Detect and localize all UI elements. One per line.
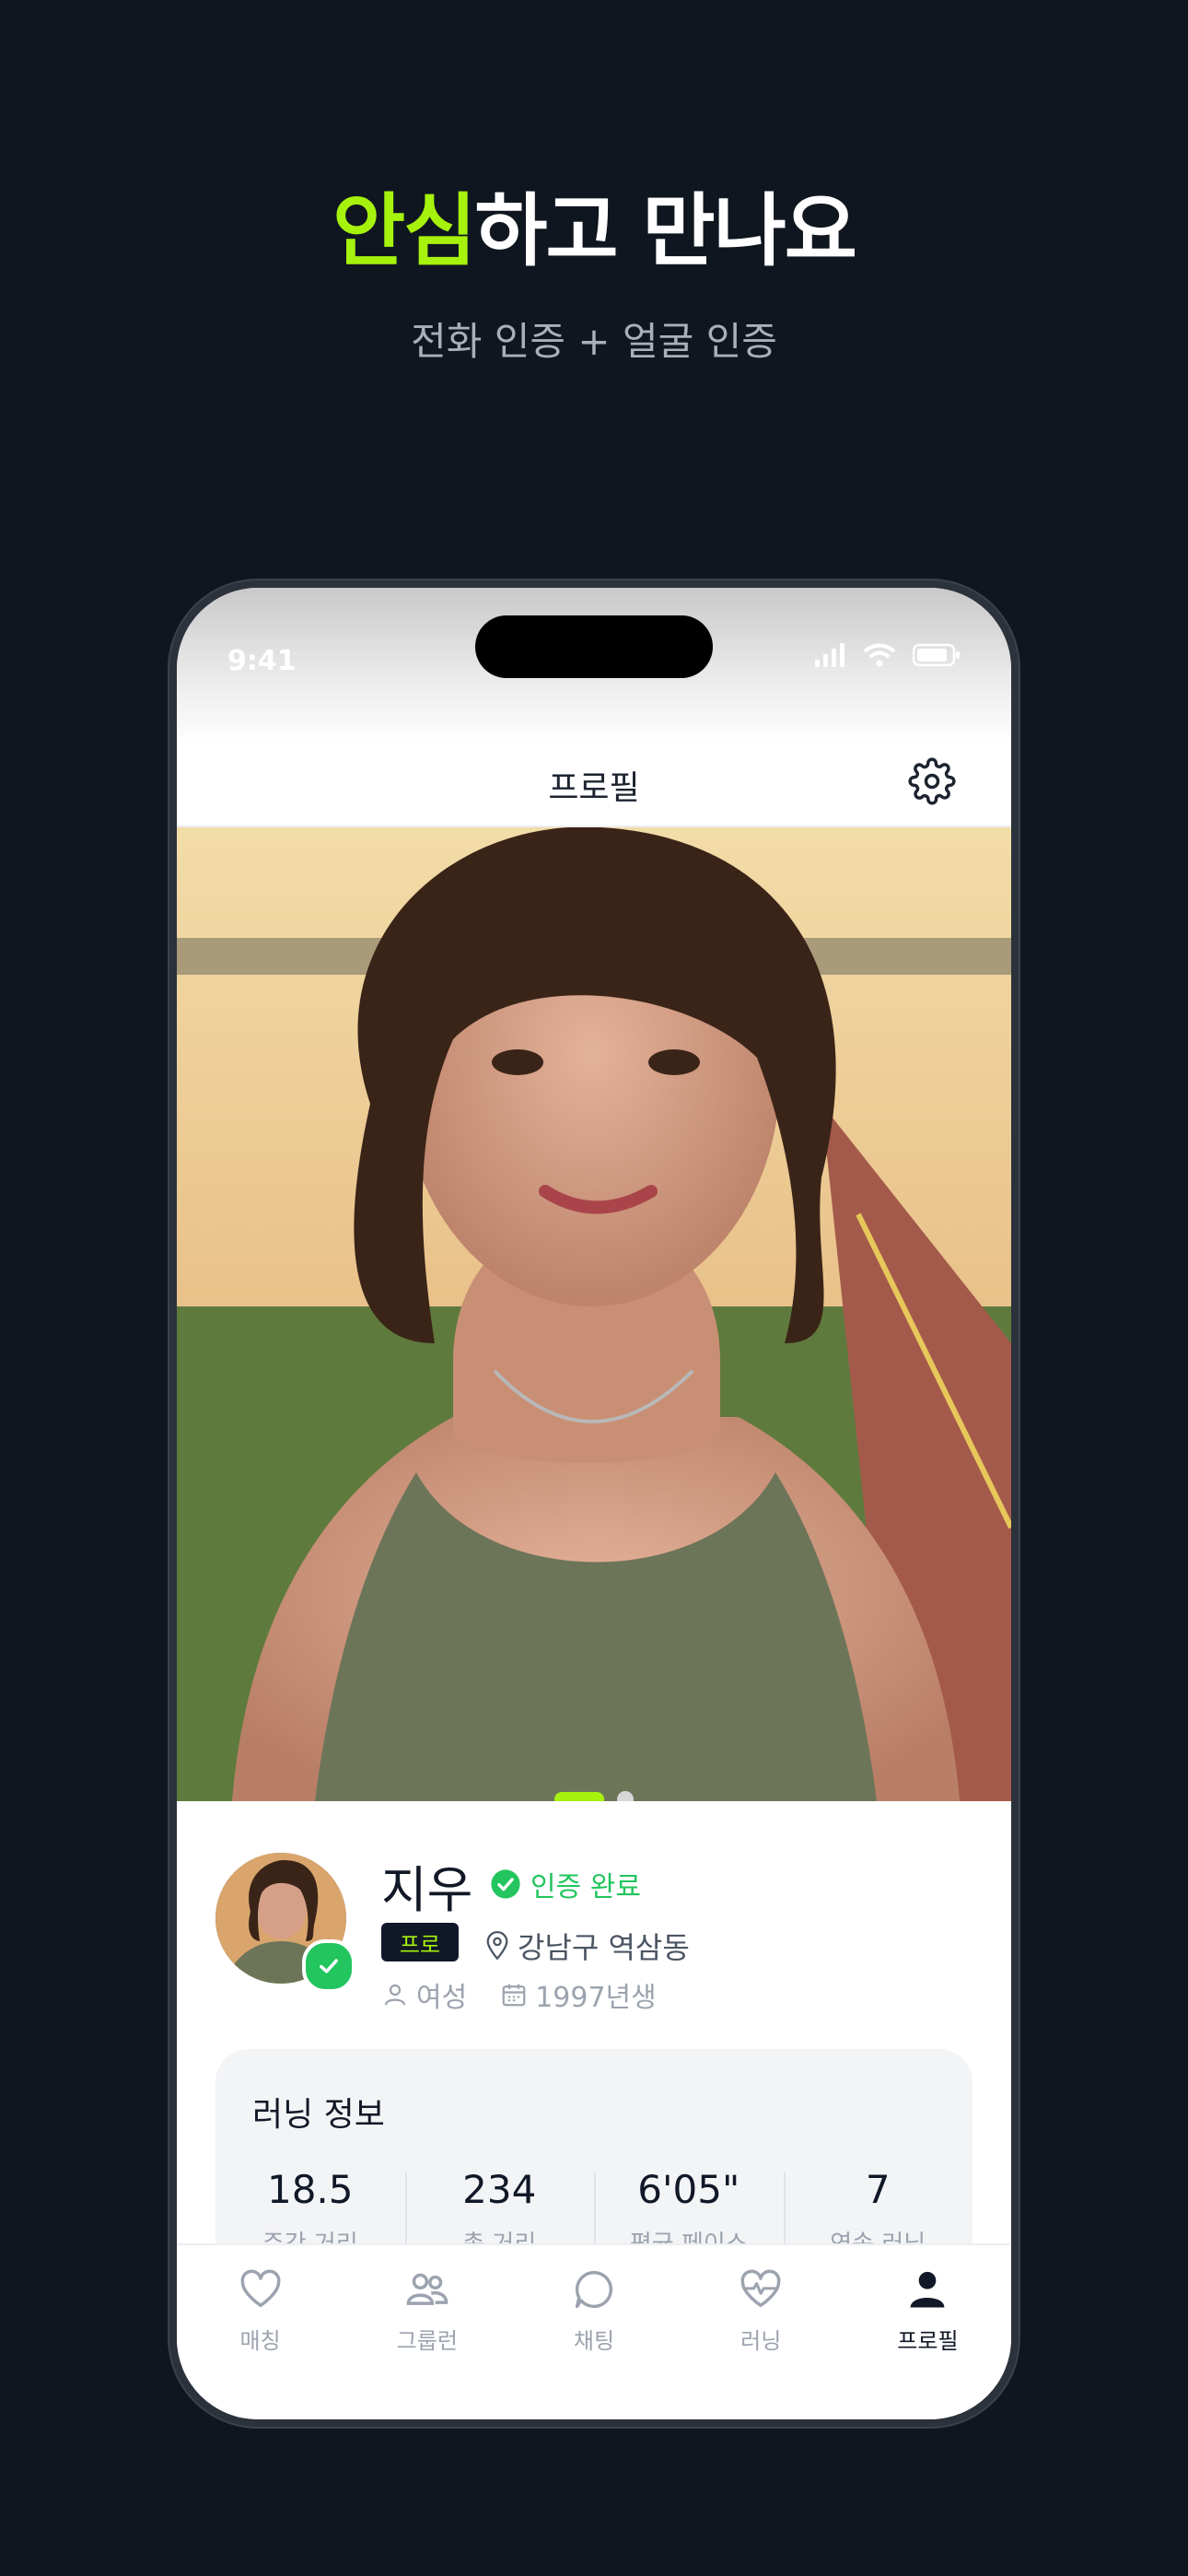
status-time: 9:41 [227,645,297,677]
profile-photo[interactable] [177,827,1011,1801]
settings-button[interactable] [908,757,956,805]
tab-profile[interactable]: 프로필 [844,2245,1011,2419]
tab-label: 채팅 [573,2328,615,2354]
user-name: 지우 [381,1861,473,1919]
gender-text: 여성 [416,1982,468,2014]
profile-photo-image [177,827,1011,1801]
check-circle-icon [491,1869,520,1899]
top-navigation: 프로필 [177,744,1011,827]
profile-summary: 지우 인증 완료 프로 강남구 역삼동 여성 1997년생 [177,1801,1011,2078]
stat-value: 7 [865,2167,891,2212]
status-bar: 9:41 [177,588,1011,744]
tab-label: 프로필 [897,2328,959,2354]
stat-value: 18.5 [266,2167,354,2212]
verification-label: 인증 완료 [530,1871,641,1903]
tab-running[interactable]: 러닝 [678,2245,844,2419]
profile-meta: 여성 1997년생 [381,1974,657,2015]
gear-icon [908,757,956,805]
battery-icon [913,643,960,667]
birth-item: 1997년생 [500,1974,657,2015]
page-dot[interactable] [617,1791,634,1801]
page-title: 프로필 [548,769,640,807]
hero-title-accent: 안심 [332,185,476,277]
hero-subtitle: 전화 인증 + 얼굴 인증 [411,319,777,365]
status-icons [815,643,961,667]
tab-label: 매칭 [239,2328,281,2354]
tab-label: 그룹런 [396,2328,458,2354]
hero: 안심하고 만나요 전화 인증 + 얼굴 인증 [0,184,1188,367]
photo-page-indicator[interactable] [177,1791,1011,1801]
gender-item: 여성 [381,1974,467,2015]
running-info-title: 러닝 정보 [252,2096,385,2134]
dynamic-island [475,615,713,678]
wifi-icon [863,643,896,667]
map-pin-icon [486,1931,508,1961]
birth-text: 1997년생 [535,1982,657,2014]
calendar-icon [502,1984,526,2007]
tab-matching[interactable]: 매칭 [177,2245,344,2419]
hero-title: 안심하고 만나요 [0,184,1188,279]
level-badge: 프로 [381,1923,459,1961]
person-outline-icon [384,1984,406,2006]
hero-title-rest: 하고 만나요 [474,185,857,277]
verified-badge [302,1939,355,1993]
stat-value: 6'05" [637,2167,740,2212]
tab-group-run[interactable]: 그룹런 [344,2245,510,2419]
tab-label: 러닝 [740,2328,782,2354]
location-text: 강남구 역삼동 [518,1930,690,1965]
check-icon [320,1959,338,1973]
group-icon [406,2273,448,2305]
verification-status: 인증 완료 [490,1864,641,1904]
person-icon [910,2271,945,2308]
phone-screen: 9:41 프로필 지우 인증 완료 프로 강남구 역삼동 여성 1997년생 러… [177,588,1011,2419]
pulse-heart-icon [740,2269,781,2308]
heart-icon [240,2269,281,2308]
bottom-tab-bar: 매칭 그룹런 채팅 러닝 프로필 [177,2243,1011,2419]
signal-icon [815,643,844,667]
stat-value: 234 [462,2167,537,2212]
phone-frame: 9:41 프로필 지우 인증 완료 프로 강남구 역삼동 여성 1997년생 러… [169,580,1019,2427]
chat-icon [575,2270,613,2309]
page-dot-active[interactable] [554,1792,604,1801]
tab-chat[interactable]: 채팅 [510,2245,677,2419]
location: 강남구 역삼동 [484,1925,690,1967]
